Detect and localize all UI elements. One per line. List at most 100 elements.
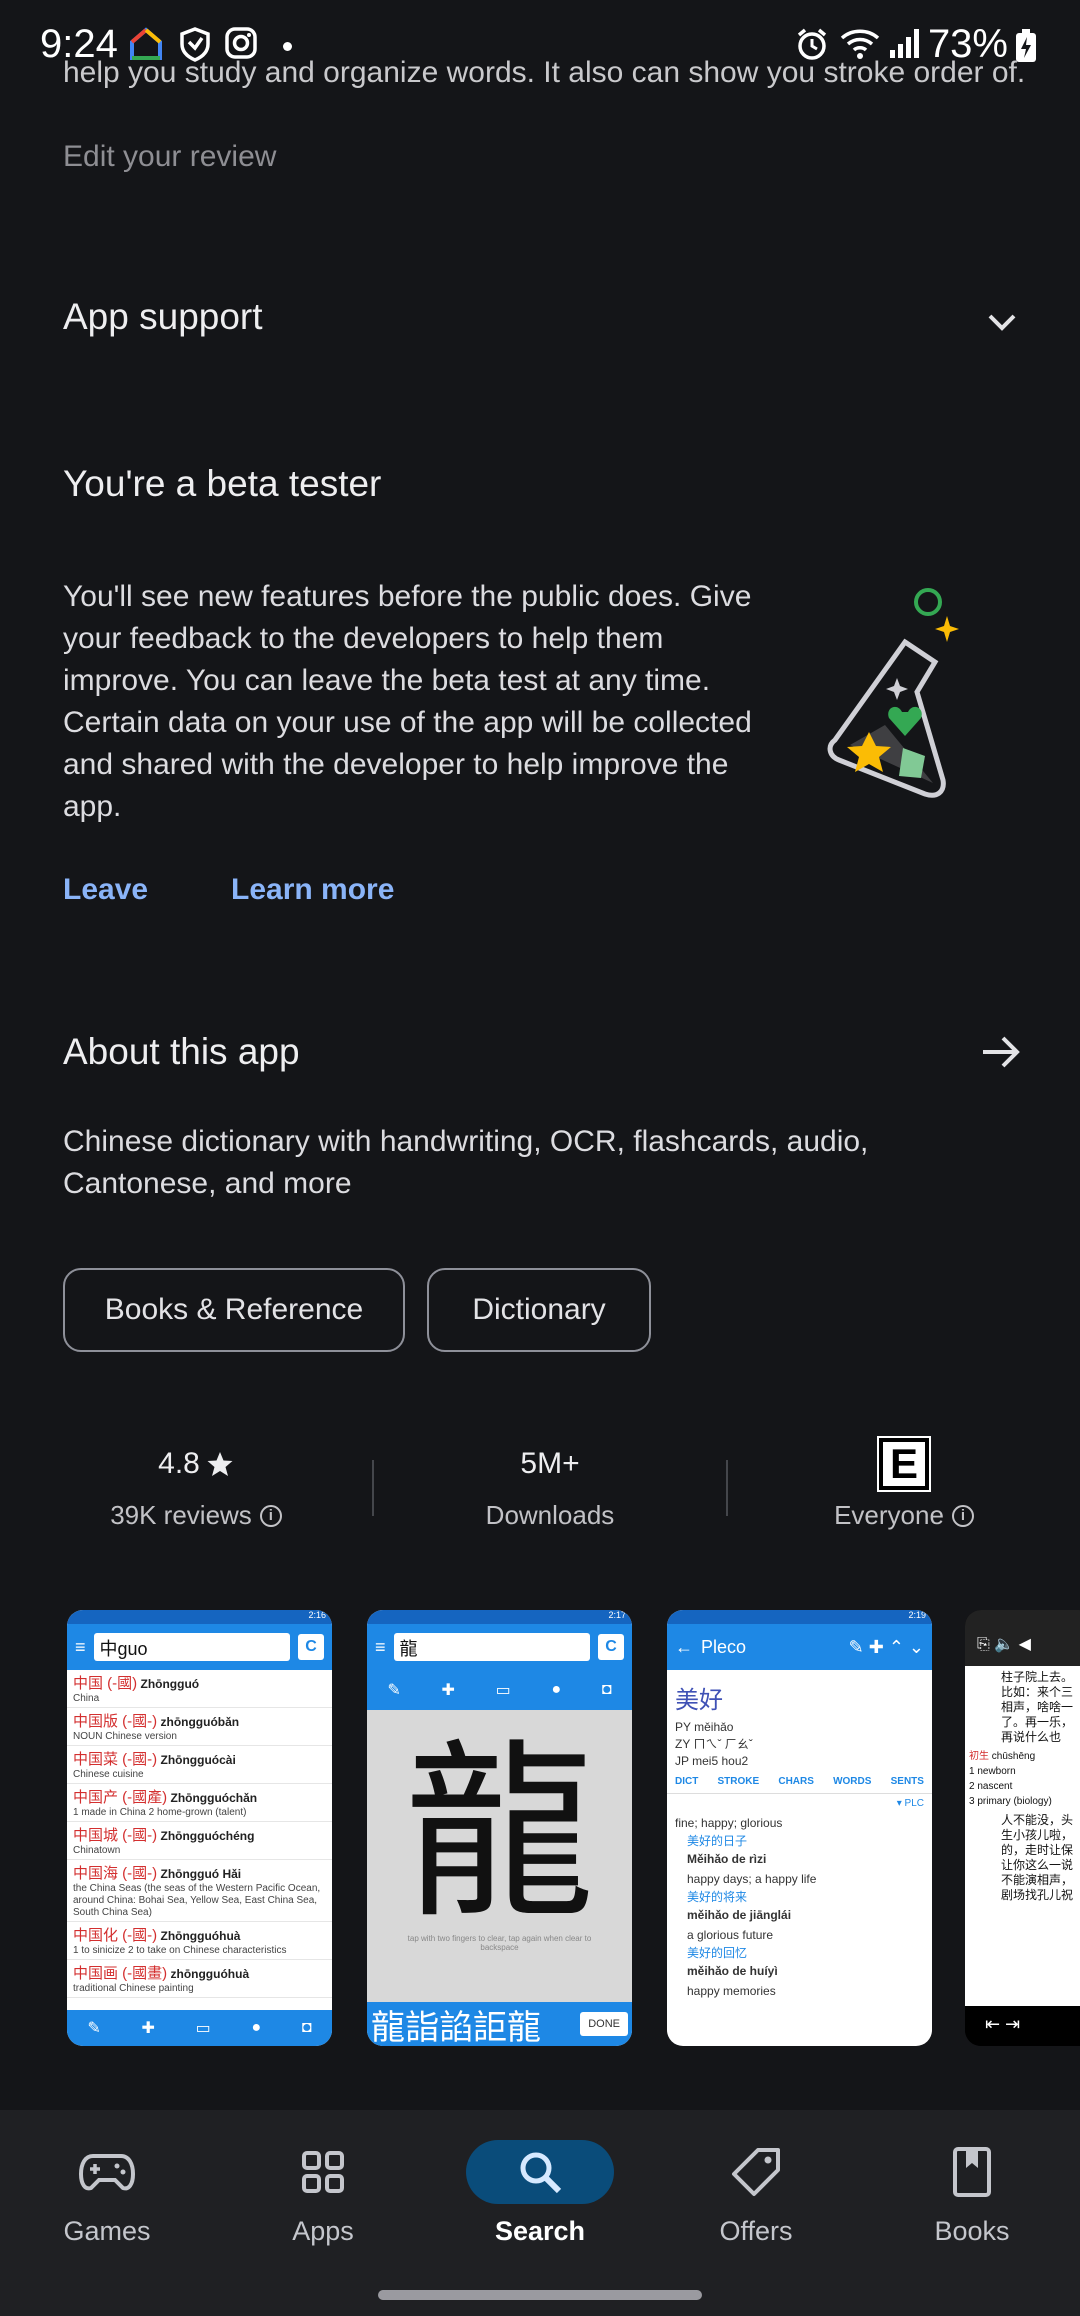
bookmark-book-icon [953,2147,991,2197]
content-rating-stat[interactable]: E Everyone i [774,1436,1034,1531]
nav-search[interactable]: Search [440,2140,640,2247]
entry-hanzi: 中国产 (-國產) [73,1789,168,1806]
nav-games[interactable]: Games [7,2140,207,2247]
apps-grid-icon [302,2151,344,2193]
phone-entry-list: 中国 (-國) Zhōngguó China 中国版 (-國-) zhōngguób… [67,1670,332,1998]
entry-definition: Chinese cuisine [73,1769,144,1780]
phone-status-time: 2:17 [367,1610,632,1624]
dictionary-entry-row: 中国化 (-國-) Zhōngguóhuà 1 to sinicize 2 to … [67,1922,332,1960]
entry-pinyin: zhōngguóbǎn [157,1715,240,1729]
entry-hanzi: 中国城 (-國-) [73,1827,158,1844]
entry-pinyin: zhōngguóhuà [167,1967,250,1981]
reader-text-line: 了。再一乐， [1001,1715,1074,1729]
screenshot-1[interactable]: 2:16 ≡ 中guo C 中国 (-國) Zhōngguó China 中国版 (… [67,1610,332,2046]
about-app-title[interactable]: About this app [63,1031,300,1073]
arrow-right-icon[interactable] [977,1028,1025,1076]
dict-tabs: DICT STROKE CHARS WORDS SENTS [667,1770,932,1794]
dictionary-entry-row: 中国版 (-國-) zhōngguóbǎn NOUN Chinese versio… [67,1708,332,1746]
example-py: měihǎo de jiānglái [687,1908,792,1922]
reader-sense: 3 primary (biology) [969,1796,1052,1807]
reader-text-line: 柱子院上去。 [1001,1670,1074,1684]
candidate-bar: 龍詣諂詎龍 DONE [367,2002,632,2046]
learn-more-link[interactable]: Learn more [231,873,394,907]
beta-flask-illustration [827,588,959,798]
downloads-value: 5M+ [520,1447,580,1480]
entry-definition: NOUN Chinese version [73,1731,177,1742]
chip-books-reference[interactable]: Books & Reference [63,1268,405,1352]
example-hz: 美好的回忆 [687,1946,748,1960]
nav-offers[interactable]: Offers [656,2140,856,2247]
entry-hanzi: 中国海 (-國-) [73,1865,158,1882]
reader-nav: ⇤ ⇥ [965,2006,1080,2046]
dict-zhuyin: ZY ㄇㄟˇ ㄏㄠˇ [675,1737,753,1751]
reader-text-line: 不能演相声， [1001,1873,1074,1887]
phone-status-time: 2:16 [67,1610,332,1624]
dictionary-entry-row: 中国海 (-國-) Zhōngguó Hǎi the China Seas (th… [67,1860,332,1922]
chip-dictionary[interactable]: Dictionary [427,1268,651,1352]
info-icon[interactable]: i [951,1504,974,1527]
app-support-title[interactable]: App support [63,296,263,338]
screenshot-2[interactable]: 2:17 ≡ 龍 C ✎ ✚ ▭ ● ◘ 龍 tap with two fingers … [367,1610,632,2046]
nav-apps[interactable]: Apps [223,2140,423,2247]
example-hz: 美好的将来 [687,1890,748,1904]
beta-description: You'll see new features before the publi… [63,580,752,823]
phone-c-button: C [298,1634,324,1660]
esrb-everyone-badge: E [877,1436,931,1492]
edit-review-link[interactable]: Edit your review [63,140,276,174]
chevron-down-icon[interactable] [984,304,1020,340]
nav-label: Offers [719,2216,793,2246]
downloads-stat: 5M+ Downloads [420,1442,680,1531]
dict-tab: WORDS [833,1776,872,1787]
nav-label: Search [494,2216,586,2246]
phone-toolbar: ⎘ 🔈 ◀ [965,1610,1080,1666]
leave-beta-link[interactable]: Leave [63,873,148,907]
reader-entry-pinyin: chūshēng [991,1751,1036,1762]
search-icon [520,2152,562,2194]
dict-tab: DICT [675,1776,699,1787]
dict-definition: fine; happy; glorious [675,1816,783,1830]
phone-app-title: Pleco [701,1636,747,1657]
entry-hanzi: 中国画 (-國畫) [73,1965,168,1982]
entry-definition: 1 to sinicize 2 to take on Chinese chara… [73,1945,287,1956]
info-icon[interactable]: i [259,1504,282,1527]
reader-text-line: 的，走时让保 [1001,1843,1074,1857]
notification-dot-icon [283,42,292,51]
dict-pinyin: PY měihǎo [675,1720,734,1734]
entry-hanzi: 中国版 (-國-) [73,1713,158,1730]
bottom-navigation: Games Apps Search Offers Books [0,2110,1080,2316]
instagram-icon [225,27,257,59]
reader-page: 柱子院上去。 比如：来个三 相声，啥啥一 了。再一乐， 再说什么也 初生 chūshēn… [965,1666,1080,2006]
nav-label: Games [63,2216,151,2246]
reader-entry-hz: 初生 [969,1751,989,1762]
dict-examples: 美好的日子 Měihǎo de rìzi happy days; a happy l… [667,1833,932,2001]
downloads-label: Downloads [485,1500,615,1530]
home-indicator[interactable] [378,2290,702,2300]
content-rating-label: Everyone [834,1500,944,1530]
rating-value: 4.8 [158,1447,200,1480]
entry-pinyin: Zhōngguócài [157,1753,236,1767]
dict-tab: CHARS [778,1776,814,1787]
star-icon [207,1452,233,1476]
about-description: Chinese dictionary with handwriting, OCR… [63,1125,869,1200]
entry-pinyin: Zhōngguóchéng [157,1829,255,1843]
entry-pinyin: Zhōngguó [137,1677,200,1691]
handwritten-character: 龍 [404,1728,595,1940]
phone-c-button: C [598,1634,624,1660]
reader-text-line: 让你这么一说 [1001,1858,1074,1872]
signal-icon [890,29,919,58]
reader-text-line: 剧场找孔儿祝 [1001,1888,1074,1902]
example-py: Měihǎo de rìzi [687,1852,767,1866]
gamepad-icon [79,2154,135,2191]
screenshot-3[interactable]: 2:19 ← Pleco ✎ ✚ ⌃ ⌄ 美好 PY měihǎo ZY ㄇㄟˇ ㄏ… [667,1610,932,2046]
entry-definition: Chinatown [73,1845,121,1856]
stat-divider [726,1460,728,1516]
entry-definition: China [73,1693,100,1704]
entry-pinyin: Zhōngguó Hǎi [157,1867,242,1881]
reader-text-line: 比如：来个三 [1001,1685,1074,1699]
screenshot-4[interactable]: ⎘ 🔈 ◀ 柱子院上去。 比如：来个三 相声，啥啥一 了。再一乐， 再说什么也 初生 c… [965,1610,1080,2046]
menu-icon: ≡ [375,1636,386,1657]
reader-text-line: 相声，啥啥一 [1001,1700,1074,1714]
reader-text-line: 生小孩儿啦， [1001,1828,1074,1842]
rating-stat[interactable]: 4.8 39K reviews i [66,1442,326,1531]
nav-books[interactable]: Books [872,2140,1072,2247]
